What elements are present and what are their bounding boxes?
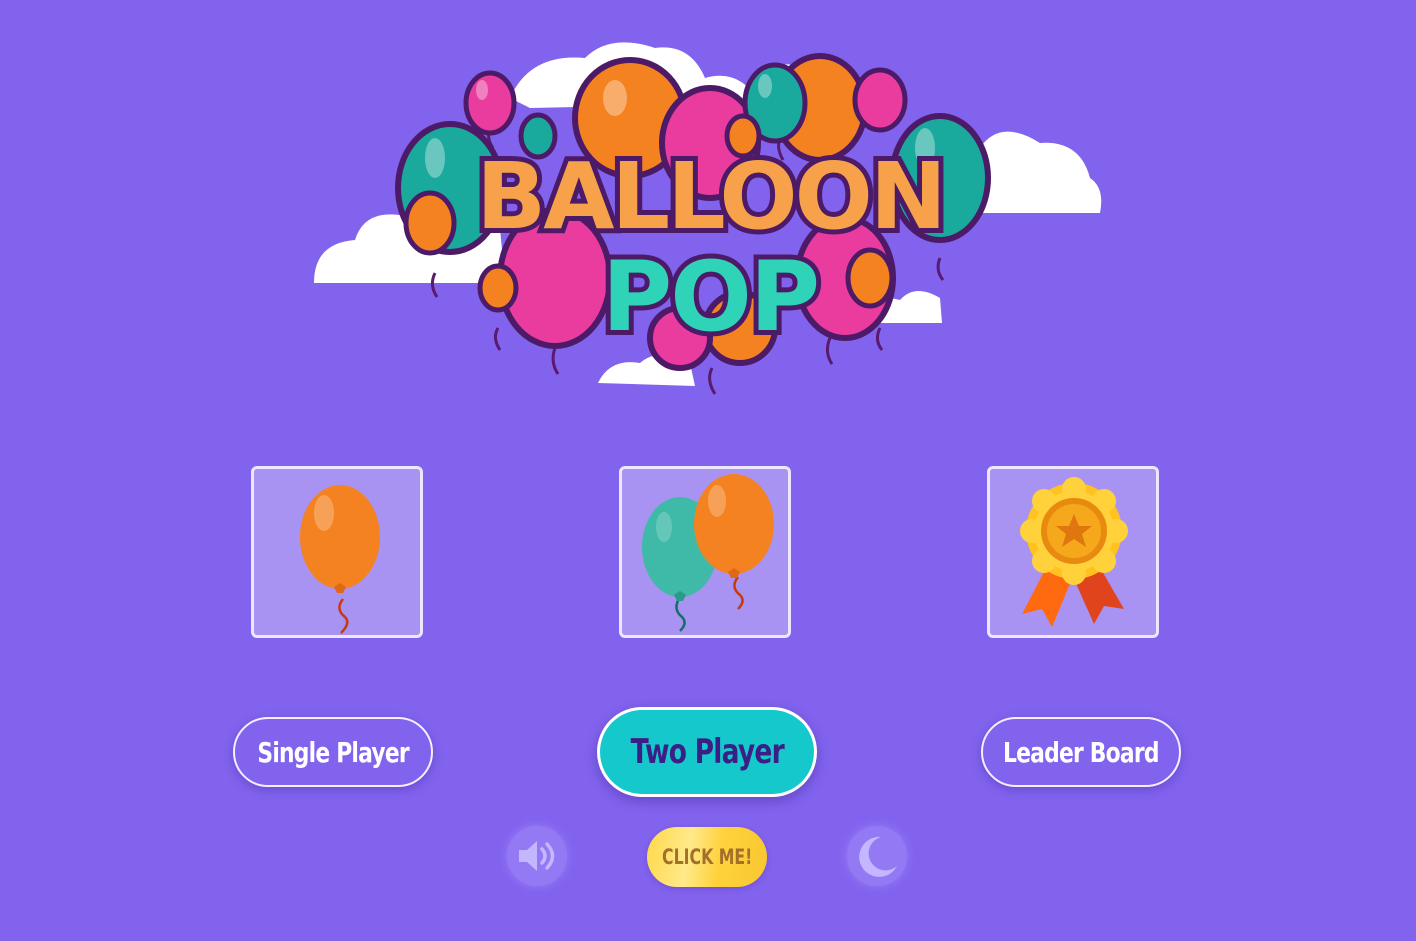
single-player-label: Single Player — [257, 735, 409, 769]
award-ribbon-icon — [1020, 477, 1128, 627]
leader-board-card[interactable] — [987, 466, 1159, 638]
balloon-pop-logo: BALLOON POP — [300, 28, 1120, 408]
two-player-card[interactable] — [619, 466, 791, 638]
sound-toggle-button[interactable] — [507, 826, 567, 886]
speaker-icon — [519, 841, 555, 871]
click-me-button[interactable]: CLICK ME! — [647, 827, 767, 887]
leader-board-button[interactable]: Leader Board — [981, 717, 1181, 787]
logo-line1: BALLOON — [476, 143, 944, 250]
two-balloons-icon — [642, 474, 774, 632]
single-player-card[interactable] — [251, 466, 423, 638]
two-player-button[interactable]: Two Player — [597, 707, 817, 797]
click-me-label: CLICK ME! — [661, 845, 753, 869]
leader-board-label: Leader Board — [1003, 735, 1159, 769]
single-player-button[interactable]: Single Player — [233, 717, 433, 787]
theme-toggle-button[interactable] — [847, 826, 907, 886]
logo-line2: POP — [602, 241, 818, 353]
moon-icon — [859, 836, 897, 877]
single-balloon-icon — [300, 485, 380, 634]
two-player-label: Two Player — [630, 732, 784, 772]
